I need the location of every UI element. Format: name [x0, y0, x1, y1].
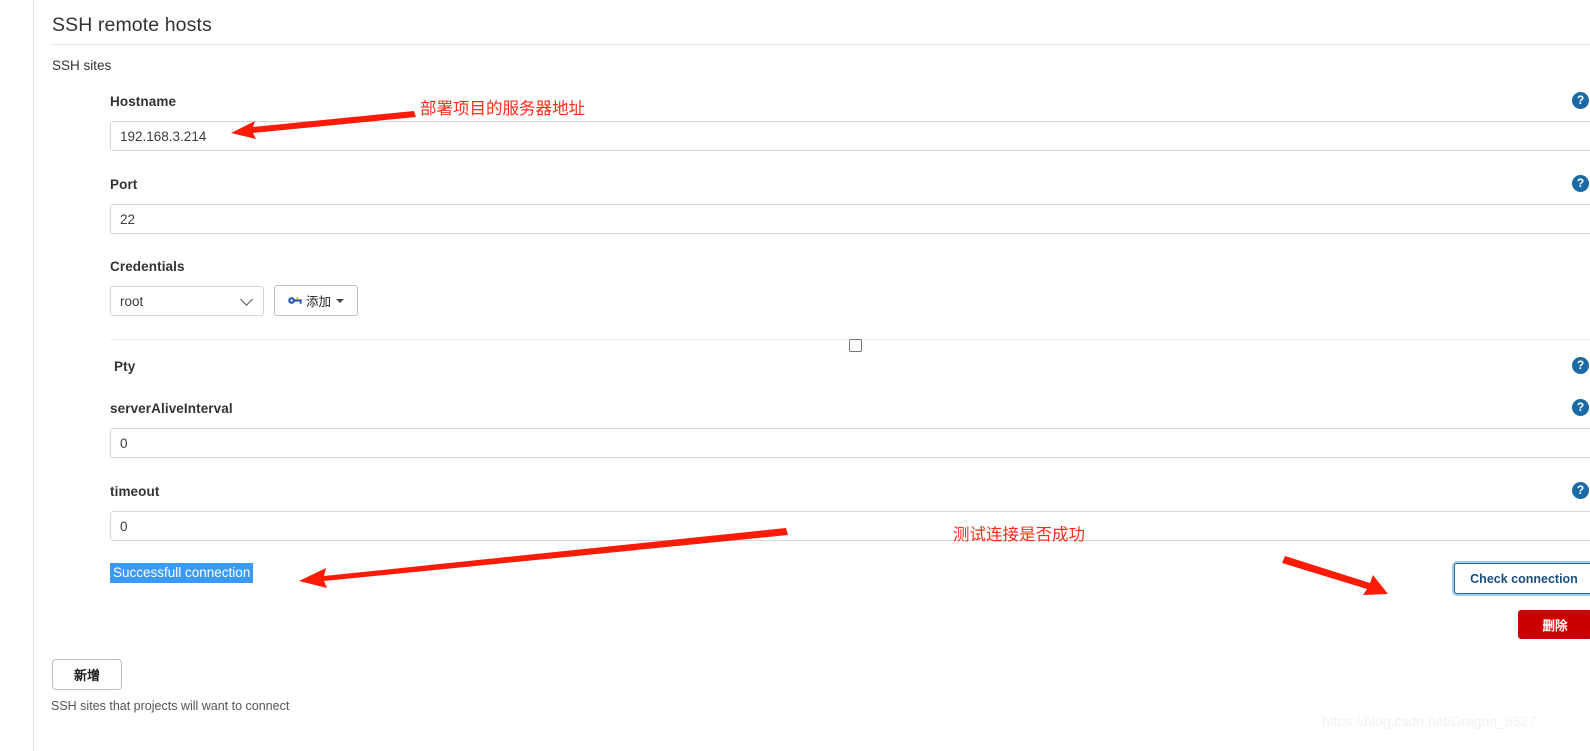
add-site-button[interactable]: 新增 [52, 659, 122, 690]
timeout-help-icon[interactable]: ? [1572, 482, 1589, 499]
credentials-label: Credentials [110, 259, 185, 274]
ssh-remote-hosts-panel: SSH remote hosts SSH sites Hostname ? Po… [33, 0, 1590, 751]
timeout-label: timeout [110, 484, 160, 499]
connection-status-text: Successfull connection [110, 563, 254, 583]
hostname-help-icon[interactable]: ? [1572, 92, 1589, 109]
port-input[interactable] [110, 204, 1590, 234]
credentials-select[interactable]: root [110, 286, 264, 316]
key-icon [288, 297, 302, 304]
footer-help-text: SSH sites that projects will want to con… [51, 699, 290, 713]
timeout-input[interactable] [110, 511, 1590, 541]
page-title: SSH remote hosts [52, 14, 212, 36]
check-connection-button[interactable]: Check connection [1454, 563, 1590, 594]
add-credentials-button[interactable]: 添加 [274, 285, 358, 316]
ssh-sites-label: SSH sites [52, 58, 112, 73]
pty-checkbox[interactable] [849, 339, 862, 352]
hostname-input[interactable] [110, 121, 1590, 151]
chevron-down-icon [336, 298, 344, 303]
server-alive-interval-input[interactable] [110, 428, 1590, 458]
title-divider [52, 44, 1590, 45]
port-label: Port [110, 177, 138, 192]
port-help-icon[interactable]: ? [1572, 175, 1589, 192]
server-alive-interval-label: serverAliveInterval [110, 401, 233, 416]
hostname-label: Hostname [110, 94, 177, 109]
add-credentials-label: 添加 [305, 295, 331, 309]
pty-help-icon[interactable]: ? [1572, 357, 1589, 374]
server-alive-interval-help-icon[interactable]: ? [1572, 399, 1589, 416]
pty-label: Pty [114, 359, 136, 374]
delete-button[interactable]: 删除 [1518, 610, 1590, 639]
